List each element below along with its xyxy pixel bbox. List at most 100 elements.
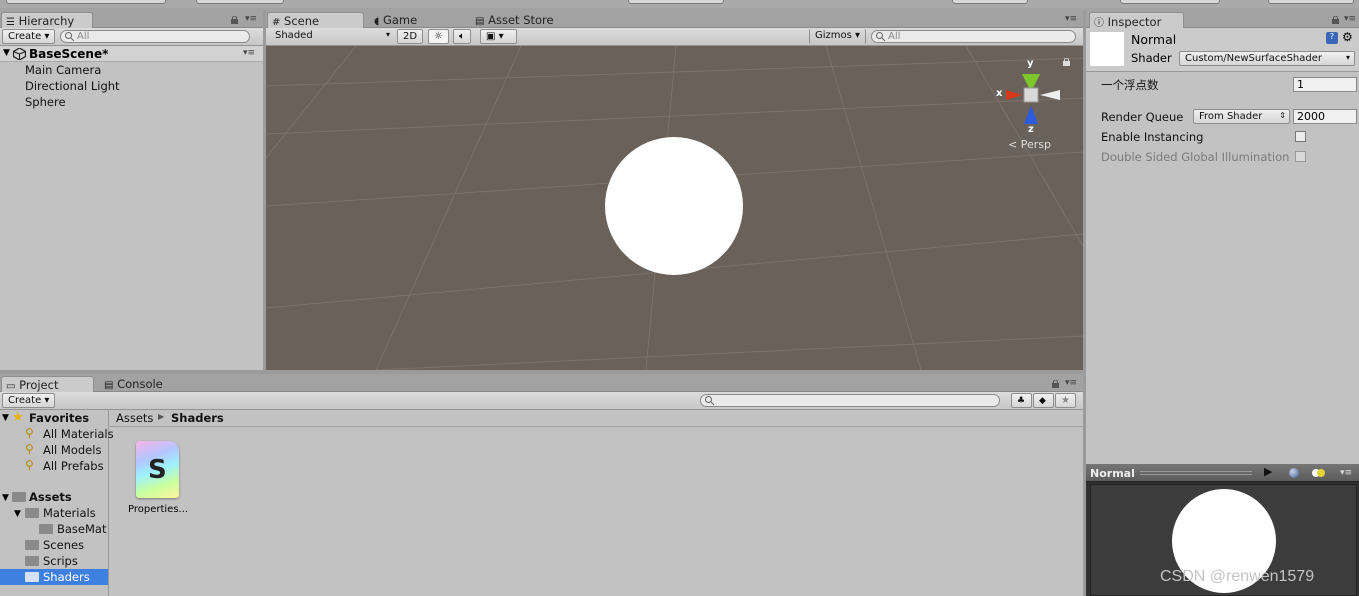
- render-queue-dropdown[interactable]: From Shader ⇕: [1193, 109, 1290, 124]
- scene-row[interactable]: ▼ BaseScene* ▾≡: [0, 46, 263, 62]
- pivot-toggle[interactable]: [196, 0, 284, 4]
- project-tree: ▼ ★ Favorites ⚲ All Materials ⚲ All Mode…: [0, 410, 114, 596]
- grid-icon: #: [272, 17, 281, 28]
- folder-item[interactable]: BaseMat: [57, 522, 106, 536]
- hierarchy-item[interactable]: Sphere: [25, 95, 66, 109]
- light-toggle-icon[interactable]: [1312, 468, 1326, 478]
- panel-menu-icon[interactable]: ▾≡: [1065, 14, 1077, 24]
- lock-icon[interactable]: [1332, 16, 1339, 24]
- breadcrumb-item[interactable]: Assets: [116, 411, 153, 425]
- filter-by-label-button[interactable]: ◆: [1033, 393, 1054, 408]
- preview-menu-icon[interactable]: ▾≡: [1340, 468, 1352, 478]
- create-label: Create: [8, 395, 42, 406]
- folder-item[interactable]: Scenes: [43, 538, 84, 552]
- scene-viewport[interactable]: [266, 46, 1083, 370]
- preview-resize-handle[interactable]: [1140, 471, 1252, 475]
- tab-project[interactable]: ▭ Project: [1, 376, 94, 392]
- expand-arrow-icon[interactable]: ▼: [3, 48, 10, 58]
- persp-label[interactable]: < Persp: [1008, 138, 1051, 151]
- hierarchy-item[interactable]: Main Camera: [25, 63, 101, 77]
- layers-dropdown[interactable]: [1120, 0, 1220, 4]
- hierarchy-search-input[interactable]: All: [60, 30, 250, 43]
- sphere-mesh-icon[interactable]: [1289, 468, 1299, 478]
- scene-search-input[interactable]: All: [871, 30, 1076, 43]
- tag-icon: ◆: [1039, 396, 1046, 406]
- lock-icon[interactable]: [231, 16, 238, 24]
- splitter[interactable]: [1083, 10, 1086, 596]
- folder-icon: [25, 572, 39, 582]
- float-property-label: 一个浮点数: [1101, 78, 1159, 92]
- scene-name: BaseScene*: [29, 47, 109, 61]
- audio-toggle[interactable]: 🔈︎: [453, 29, 471, 44]
- project-create-button[interactable]: Create ▾: [2, 393, 56, 408]
- project-search-input[interactable]: [700, 394, 1000, 407]
- tab-console-label: Console: [117, 377, 163, 391]
- project-tabbar: ▭ Project ▤ Console ▾≡: [0, 374, 1083, 392]
- tab-scene[interactable]: # Scene: [267, 12, 364, 28]
- lighting-toggle[interactable]: ☼: [428, 29, 449, 44]
- material-name: Normal: [1131, 32, 1177, 47]
- console-icon: ▤: [104, 380, 114, 391]
- expand-arrow-icon[interactable]: ▼: [2, 493, 9, 503]
- lock-icon[interactable]: [1052, 380, 1059, 388]
- folder-icon: [25, 540, 39, 550]
- dropdown-arrow-icon: ▾: [385, 30, 390, 39]
- folder-icon: [12, 492, 26, 502]
- scene-menu-icon[interactable]: ▾≡: [243, 48, 255, 58]
- enable-instancing-checkbox[interactable]: [1295, 131, 1306, 142]
- tab-hierarchy[interactable]: ☰ Hierarchy: [1, 12, 93, 28]
- play-controls[interactable]: [628, 0, 724, 4]
- favorite-item[interactable]: All Models: [43, 443, 101, 457]
- tool-buttons[interactable]: [6, 0, 166, 4]
- assets-label[interactable]: Assets: [29, 490, 72, 504]
- splitter[interactable]: [263, 10, 266, 370]
- scene-toolbar: Shaded ▾ 2D ☼ 🔈︎ ▣ ▾ Gizmos ▾ All: [266, 28, 1083, 46]
- toggle-2d-button[interactable]: 2D: [397, 29, 424, 44]
- list-icon: ☰: [6, 17, 15, 28]
- tab-game[interactable]: ◖ Game: [370, 12, 423, 28]
- asset-tile[interactable]: S Properties...: [126, 438, 190, 518]
- expand-arrow-icon[interactable]: ▼: [2, 413, 9, 423]
- scene-orientation-gizmo[interactable]: y x z < Persp: [986, 54, 1080, 154]
- hierarchy-panel: ☰ Hierarchy ▾≡ Create ▾ All ▼ BaseScene*…: [0, 10, 263, 370]
- folder-item[interactable]: Materials: [43, 506, 96, 520]
- render-queue-field[interactable]: 2000: [1293, 109, 1357, 124]
- panel-menu-icon[interactable]: ▾≡: [245, 14, 257, 24]
- favorite-item[interactable]: All Materials: [43, 427, 114, 441]
- shading-mode-dropdown[interactable]: Shaded ▾: [270, 29, 392, 44]
- gizmos-dropdown[interactable]: Gizmos ▾: [809, 29, 867, 44]
- shader-label: Shader: [1131, 51, 1172, 65]
- favorite-item[interactable]: All Prefabs: [43, 459, 104, 473]
- filter-by-type-button[interactable]: ♣: [1011, 393, 1032, 408]
- account-button[interactable]: [952, 0, 1028, 4]
- hierarchy-item[interactable]: Directional Light: [25, 79, 120, 93]
- sun-icon: ☼: [434, 31, 443, 42]
- breadcrumb-item[interactable]: Shaders: [171, 411, 224, 425]
- favorite-button[interactable]: ★: [1055, 393, 1076, 408]
- splitter[interactable]: [0, 370, 1083, 374]
- play-icon[interactable]: ▶: [1264, 465, 1272, 478]
- gear-icon[interactable]: ⚙: [1342, 30, 1353, 44]
- folder-item[interactable]: Scrips: [43, 554, 78, 568]
- float-property-field[interactable]: 1: [1293, 77, 1357, 92]
- shader-dropdown[interactable]: Custom/NewSurfaceShader ▾: [1179, 51, 1355, 66]
- favorites-label[interactable]: Favorites: [29, 411, 89, 425]
- effects-dropdown[interactable]: ▣ ▾: [480, 29, 517, 44]
- panel-menu-icon[interactable]: ▾≡: [1065, 378, 1077, 388]
- help-book-icon[interactable]: ?: [1326, 32, 1338, 44]
- tab-hierarchy-label: Hierarchy: [18, 14, 75, 28]
- preview-panel: Normal ▶ ▾≡ CSDN @renwen1579: [1086, 464, 1359, 596]
- star-icon: ★: [12, 410, 24, 425]
- inspector-panel: ⓘ Inspector ▾≡ Normal ? ⚙ Shader Custom/…: [1086, 10, 1359, 464]
- tab-console[interactable]: ▤ Console: [100, 376, 169, 392]
- layout-dropdown[interactable]: [1268, 0, 1354, 4]
- sphere-object[interactable]: [605, 137, 743, 275]
- expand-arrow-icon[interactable]: ▼: [14, 509, 21, 519]
- folder-icon: [25, 556, 39, 566]
- projection-label: Persp: [1020, 138, 1051, 151]
- hierarchy-create-button[interactable]: Create ▾: [2, 29, 56, 44]
- panel-menu-icon[interactable]: ▾≡: [1344, 14, 1356, 24]
- folder-item-selected[interactable]: Shaders: [0, 569, 108, 585]
- tab-inspector[interactable]: ⓘ Inspector: [1089, 12, 1184, 29]
- tab-asset-store[interactable]: ▤ Asset Store: [471, 12, 560, 28]
